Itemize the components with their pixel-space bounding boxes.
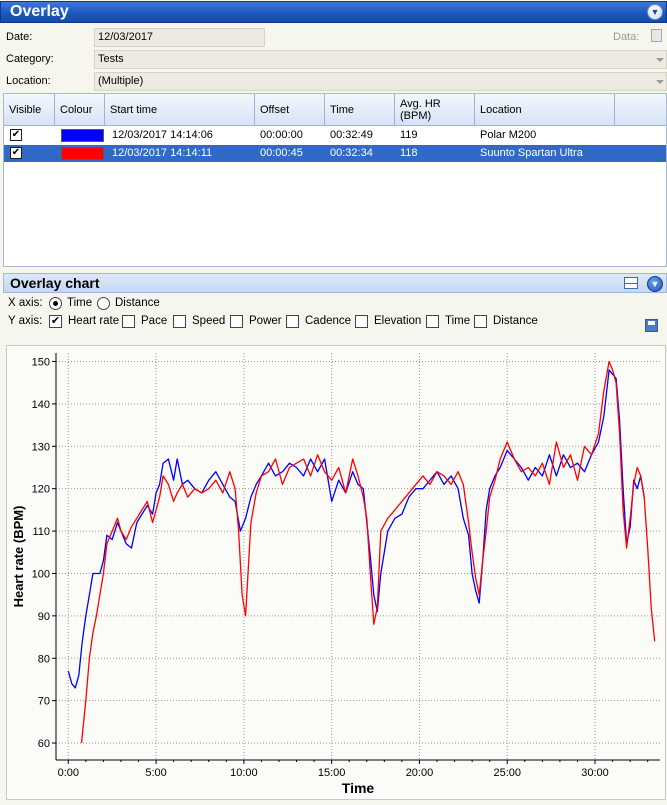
grid-header: Visible Colour Start time Offset Time Av… <box>4 94 666 126</box>
y-tick-label: 130 <box>32 441 50 453</box>
column-header-avg-hr[interactable]: Avg. HR (BPM) <box>395 94 475 126</box>
chevron-down-icon <box>656 58 664 62</box>
overlay-chart-title: Overlay chart <box>10 275 100 291</box>
category-row: Category: Tests <box>0 49 667 71</box>
colour-swatch[interactable] <box>61 129 104 142</box>
y-tick-label: 110 <box>32 526 50 538</box>
location-label: Location: <box>6 75 51 87</box>
y-axis-label: Y axis: <box>8 315 43 327</box>
location-select[interactable]: (Multiple) <box>94 72 667 91</box>
layout-icon[interactable] <box>624 277 638 289</box>
data-label: Data: <box>613 31 640 43</box>
visible-checkbox[interactable]: ✔ <box>10 129 22 141</box>
activities-grid: Visible Colour Start time Offset Time Av… <box>3 93 667 267</box>
collapse-chart-icon[interactable]: ▼ <box>647 276 663 292</box>
location-cell: Polar M200 <box>480 129 537 141</box>
y-cadence-checkbox[interactable] <box>286 315 299 328</box>
y-speed-checkbox[interactable] <box>173 315 186 328</box>
collapse-overlay-icon[interactable]: ▼ <box>647 4 663 20</box>
x-tick-label: 10:00 <box>230 767 258 779</box>
column-header-time[interactable]: Time <box>325 94 395 126</box>
y-elevation-checkbox[interactable] <box>355 315 368 328</box>
y-axis-options: Y axis: ✔ Heart rate Pace Speed Power Ca… <box>8 313 628 331</box>
start-time-cell: 12/03/2017 14:14:06 <box>112 129 213 141</box>
plot-area <box>56 353 660 760</box>
y-tick-label: 150 <box>32 356 50 368</box>
y-pace-label[interactable]: Pace <box>141 315 167 327</box>
x-tick-label: 20:00 <box>406 767 434 779</box>
location-cell: Suunto Spartan Ultra <box>480 147 583 159</box>
save-icon[interactable] <box>645 319 658 332</box>
avg-hr-cell: 119 <box>400 129 418 141</box>
y-tick-label: 140 <box>32 399 50 411</box>
offset-cell: 00:00:45 <box>260 147 303 159</box>
grid-row[interactable]: ✔ 12/03/2017 14:14:06 00:00:00 00:32:49 … <box>4 127 666 144</box>
time-cell: 00:32:49 <box>330 129 373 141</box>
y-time-checkbox[interactable] <box>426 315 439 328</box>
location-value: (Multiple) <box>98 75 144 87</box>
x-time-label[interactable]: Time <box>67 297 92 309</box>
x-distance-radio[interactable] <box>97 297 110 310</box>
y-tick-label: 70 <box>38 696 50 708</box>
heart-rate-chart: 60 70 80 90 100 110 120 130 140 150 0:00 5:00 10:00 1… <box>11 353 660 796</box>
y-axis-title: Heart rate (BPM) <box>11 506 26 608</box>
x-tick-label: 5:00 <box>145 767 166 779</box>
y-tick-label: 100 <box>32 568 50 580</box>
date-label: Date: <box>6 31 33 43</box>
time-cell: 00:32:34 <box>330 147 373 159</box>
y-heart-rate-label[interactable]: Heart rate <box>68 315 119 327</box>
chevron-down-icon <box>656 80 664 84</box>
column-header-visible[interactable]: Visible <box>4 94 55 126</box>
y-tick-label: 60 <box>38 738 50 750</box>
heart-rate-chart-area: 60 70 80 90 100 110 120 130 140 150 0:00 5:00 10:00 1… <box>6 345 666 800</box>
overlay-chart-header: Overlay chart ▼ <box>3 273 667 293</box>
column-header-start-time[interactable]: Start time <box>105 94 255 126</box>
y-power-label[interactable]: Power <box>249 315 282 327</box>
overlay-title: Overlay <box>10 3 69 20</box>
category-label: Category: <box>6 53 54 65</box>
visible-checkbox[interactable]: ✔ <box>10 147 22 159</box>
x-time-radio[interactable] <box>49 297 62 310</box>
overlay-panel-header: Overlay ▼ <box>0 1 667 23</box>
offset-cell: 00:00:00 <box>260 129 303 141</box>
y-tick-label: 120 <box>32 484 50 496</box>
category-value: Tests <box>98 53 124 65</box>
y-tick-label: 90 <box>38 611 50 623</box>
y-pace-checkbox[interactable] <box>122 315 135 328</box>
x-tick-label: 25:00 <box>493 767 521 779</box>
y-elevation-label[interactable]: Elevation <box>374 315 421 327</box>
y-time-label[interactable]: Time <box>445 315 470 327</box>
x-distance-label[interactable]: Distance <box>115 297 160 309</box>
y-distance-checkbox[interactable] <box>474 315 487 328</box>
y-heart-rate-checkbox[interactable]: ✔ <box>49 315 62 328</box>
x-tick-label: 15:00 <box>318 767 346 779</box>
date-row: Date: 12/03/2017 Data: <box>0 27 667 49</box>
y-speed-label[interactable]: Speed <box>192 315 225 327</box>
category-select[interactable]: Tests <box>94 50 667 69</box>
y-power-checkbox[interactable] <box>230 315 243 328</box>
calendar-icon[interactable] <box>651 29 662 42</box>
x-axis-title: Time <box>342 780 375 796</box>
grid-row[interactable]: ✔ 12/03/2017 14:14:11 00:00:45 00:32:34 … <box>4 145 666 162</box>
y-distance-label[interactable]: Distance <box>493 315 538 327</box>
location-row: Location: (Multiple) <box>0 71 667 93</box>
colour-swatch[interactable] <box>61 147 104 160</box>
x-axis-options: X axis: Time Distance <box>8 295 308 313</box>
column-header-location[interactable]: Location <box>475 94 615 126</box>
column-header-offset[interactable]: Offset <box>255 94 325 126</box>
column-header-colour[interactable]: Colour <box>55 94 105 126</box>
start-time-cell: 12/03/2017 14:14:11 <box>112 147 213 159</box>
y-cadence-label[interactable]: Cadence <box>305 315 351 327</box>
avg-hr-cell: 118 <box>400 147 418 159</box>
x-tick-label: 30:00 <box>581 767 609 779</box>
x-axis-label: X axis: <box>8 297 43 309</box>
date-field[interactable]: 12/03/2017 <box>94 28 265 47</box>
x-tick-label: 0:00 <box>58 767 79 779</box>
y-tick-label: 80 <box>38 653 50 665</box>
